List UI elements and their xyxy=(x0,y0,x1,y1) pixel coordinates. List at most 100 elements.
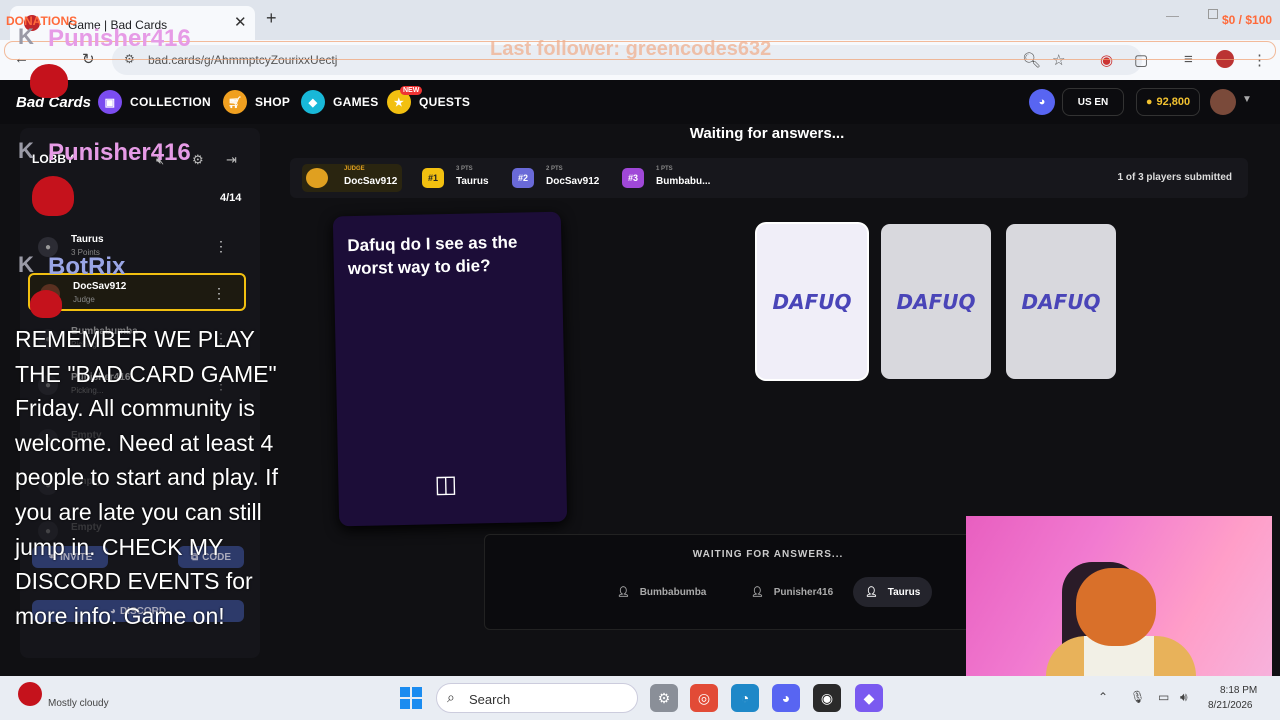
minimize-button[interactable]: — xyxy=(1166,8,1179,23)
microphone-icon[interactable]: 🎙︎ xyxy=(1130,690,1145,704)
scoreboard-entry: #1 3 PTS Taurus xyxy=(422,164,512,192)
player-menu-icon[interactable]: ⋮ xyxy=(212,285,226,302)
settings-app-icon[interactable]: ⚙ xyxy=(650,684,678,712)
card-brand-icon: ◫ xyxy=(434,470,458,499)
scoreboard-judge: JUDGE DocSav912 xyxy=(302,164,402,192)
scoreboard-name: DocSav912 xyxy=(344,176,398,187)
nav-games[interactable]: ◆ GAMES xyxy=(301,90,379,114)
scoreboard-name: Taurus xyxy=(456,176,489,187)
waiting-player-name: Bumbabumba xyxy=(639,586,707,598)
waiting-player-name: Punisher416 xyxy=(773,586,834,598)
submitted-count: 1 of 3 players submitted xyxy=(1117,172,1232,183)
waiting-player: 👤︎ Punisher416 xyxy=(739,577,845,607)
collection-icon: ▣ xyxy=(98,90,122,114)
question-text: Dafuq do I see as the worst way to die? xyxy=(347,232,518,279)
discord-icon[interactable]: ◕ xyxy=(1029,89,1055,115)
waiting-player-name: Taurus xyxy=(887,586,921,598)
answer-card[interactable]: DAFUQ xyxy=(1006,224,1116,379)
restore-button[interactable] xyxy=(1208,9,1218,19)
waiting-player-done: 👤︎ Taurus xyxy=(853,577,933,607)
network-icon[interactable]: ▭ xyxy=(1158,690,1169,704)
clock-time[interactable]: 8:18 PM xyxy=(1220,685,1257,696)
last-follower: Last follower: greencodes632 xyxy=(490,38,772,60)
overlay-bot-name: BotRix xyxy=(48,253,126,280)
edge-app-icon[interactable]: ◔ xyxy=(731,684,759,712)
taskbar-search[interactable]: ⌕ Search xyxy=(436,683,638,713)
rank-badge: #3 xyxy=(622,168,644,188)
player-name: DocSav912 xyxy=(73,281,127,292)
nav-quests[interactable]: ★ QUESTS xyxy=(387,90,470,114)
browser-tab-bar: Game | Bad Cards ✕ + — xyxy=(0,0,1280,40)
scoreboard-entry: #3 1 PTS Bumbabu... xyxy=(622,164,722,192)
lobby-player-count: 4/14 xyxy=(220,192,242,204)
answer-card-logo: DAFUQ xyxy=(896,289,976,314)
punisher-skull-icon xyxy=(30,64,68,98)
nav-games-label: GAMES xyxy=(333,95,379,109)
game-status-title: Waiting for answers... xyxy=(689,125,845,142)
search-icon: ⌕ xyxy=(447,689,455,705)
player-icon: 👤︎ xyxy=(751,586,764,598)
nav-shop-label: SHOP xyxy=(255,95,291,109)
player-icon: 👤︎ xyxy=(617,586,630,598)
coin-icon: ● xyxy=(1145,96,1153,108)
answer-card[interactable]: DAFUQ xyxy=(881,224,991,379)
coin-balance: ● 92,800 xyxy=(1136,88,1200,116)
scoreboard-sub: JUDGE xyxy=(344,166,365,172)
scoreboard-entry: #2 2 PTS DocSav912 xyxy=(512,164,612,192)
kick-logo-icon: K xyxy=(18,24,34,49)
player-status: Judge xyxy=(73,295,95,304)
streamer-app-icon[interactable]: ◆ xyxy=(855,684,883,712)
scoreboard-sub: 2 PTS xyxy=(546,166,563,172)
tab-close-icon[interactable]: ✕ xyxy=(234,13,247,31)
games-icon: ◆ xyxy=(301,90,325,114)
punisher-skull-icon xyxy=(30,290,62,318)
weather-icon[interactable] xyxy=(18,682,42,706)
clock-date[interactable]: 8/21/2026 xyxy=(1208,700,1253,711)
user-avatar[interactable] xyxy=(1210,89,1236,115)
cart-icon: 🛒︎ xyxy=(223,90,247,114)
waiting-player: 👤︎ Bumbabumba xyxy=(605,577,718,607)
scoreboard: JUDGE DocSav912 #1 3 PTS Taurus #2 2 PTS… xyxy=(290,158,1248,198)
start-icon[interactable] xyxy=(400,687,422,709)
answer-card-logo: DAFUQ xyxy=(1021,289,1101,314)
taskbar: Mostly cloudy ⌕ Search ⚙ ◎ ◔ ◕ ◉ ◆ ⌃ 🎙︎ … xyxy=(0,676,1280,720)
tray-chevron-icon[interactable]: ⌃ xyxy=(1098,690,1108,704)
language-selector[interactable]: US EN xyxy=(1062,88,1124,116)
nav-shop[interactable]: 🛒︎ SHOP xyxy=(223,90,290,114)
coin-amount: 92,800 xyxy=(1156,96,1191,108)
nav-collection-label: COLLECTION xyxy=(130,95,211,109)
new-badge: NEW xyxy=(400,86,423,95)
chrome-app-icon[interactable]: ◎ xyxy=(690,684,718,712)
settings-icon[interactable]: ⚙ xyxy=(192,152,204,168)
overlay-streamer-name: Punisher416 xyxy=(48,25,191,52)
weather-label[interactable]: Mostly cloudy xyxy=(48,698,109,709)
player-menu-icon[interactable]: ⋮ xyxy=(214,238,228,255)
leave-icon[interactable]: ⇥ xyxy=(226,152,237,168)
obs-app-icon[interactable]: ◉ xyxy=(813,684,841,712)
nav-quests-label: QUESTS xyxy=(419,95,471,109)
chevron-down-icon[interactable]: ▼ xyxy=(1242,94,1252,105)
answer-card-logo: DAFUQ xyxy=(772,289,852,314)
nav-collection[interactable]: ▣ COLLECTION xyxy=(98,90,211,114)
scoreboard-name: Bumbabu... xyxy=(656,176,711,187)
discord-app-icon[interactable]: ◕ xyxy=(772,684,800,712)
player-name: Taurus xyxy=(71,234,104,245)
donation-goal: $0 / $100 xyxy=(1222,13,1273,27)
rank-badge: #1 xyxy=(422,168,444,188)
rank-badge: #2 xyxy=(512,168,534,188)
judge-avatar-icon xyxy=(306,168,328,188)
webcam-feed xyxy=(966,516,1272,688)
scoreboard-sub: 1 PTS xyxy=(656,166,673,172)
new-tab-button[interactable]: + xyxy=(266,8,277,29)
answer-card[interactable]: DAFUQ xyxy=(757,224,867,379)
webcam-person-head xyxy=(1076,568,1156,646)
stream-chat-message: REMEMBER WE PLAY THE "BAD CARD GAME" Fri… xyxy=(15,326,278,629)
question-card: Dafuq do I see as the worst way to die? … xyxy=(332,211,568,527)
volume-icon[interactable]: 🔊︎ xyxy=(1180,690,1188,705)
punisher-skull-icon xyxy=(32,176,74,216)
scoreboard-name: DocSav912 xyxy=(546,176,600,187)
player-icon: 👤︎ xyxy=(865,586,878,598)
kick-logo-icon: K xyxy=(18,138,34,163)
kick-logo-icon: K xyxy=(18,252,34,277)
scoreboard-sub: 3 PTS xyxy=(456,166,473,172)
